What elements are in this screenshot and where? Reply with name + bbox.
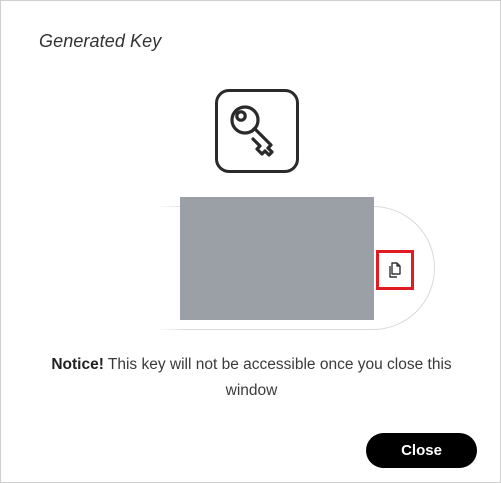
notice-text: This key will not be accessible once you…	[103, 356, 452, 399]
dialog-title: Generated Key	[39, 31, 162, 51]
copy-icon	[389, 262, 401, 278]
key-icon	[215, 89, 299, 173]
copy-key-button[interactable]	[376, 250, 414, 290]
notice-label: Notice!	[51, 356, 104, 373]
key-field-fade	[79, 199, 189, 337]
notice-message: Notice! This key will not be accessible …	[31, 352, 472, 404]
close-button[interactable]: Close	[366, 433, 477, 468]
generated-key-dialog: Generated Key Notice! This key will not …	[0, 0, 501, 483]
redacted-key-value	[180, 197, 374, 320]
